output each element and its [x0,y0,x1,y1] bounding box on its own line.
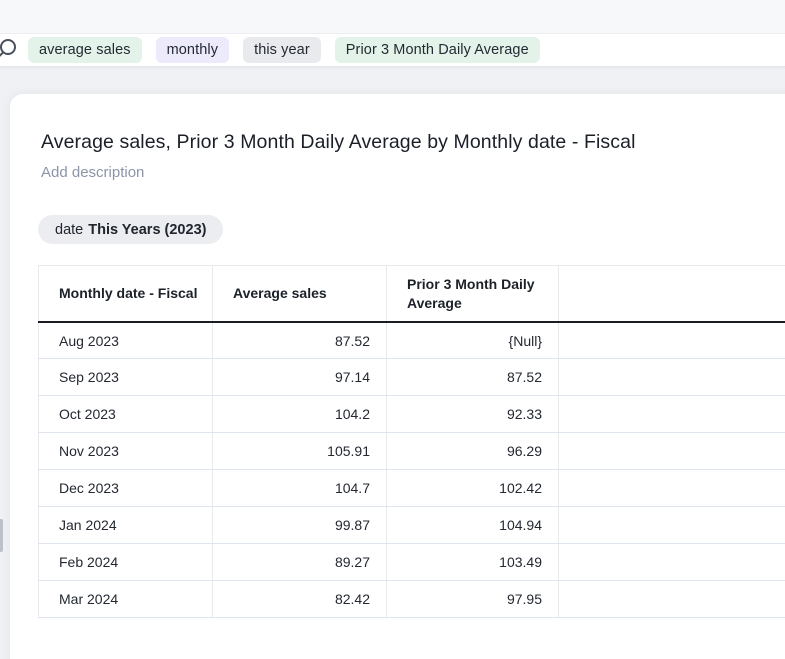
window-chrome-strip [0,0,785,33]
search-bar[interactable]: average sales monthly this year Prior 3 … [0,33,785,67]
header-row: Monthly date - Fiscal Average sales Prio… [39,266,785,322]
cell-empty [559,322,785,359]
column-header-monthly-date-fiscal[interactable]: Monthly date - Fiscal [39,266,213,322]
table-row: Jan 2024 99.87 104.94 [39,507,785,544]
table-row: Nov 2023 105.91 96.29 [39,433,785,470]
cell-average-sales[interactable]: 97.14 [213,359,387,396]
table-row: Sep 2023 97.14 87.52 [39,359,785,396]
search-icon [0,37,19,63]
search-token-prior-3-month[interactable]: Prior 3 Month Daily Average [335,37,540,63]
answer-title[interactable]: Average sales, Prior 3 Month Daily Avera… [41,131,785,154]
filter-chip-field: date [55,222,83,238]
cell-average-sales[interactable]: 99.87 [213,507,387,544]
search-token-monthly[interactable]: monthly [156,37,229,63]
cell-prior-average[interactable]: 97.95 [387,581,559,618]
results-table: Monthly date - Fiscal Average sales Prio… [38,265,785,618]
cell-prior-average[interactable]: 96.29 [387,433,559,470]
cell-average-sales[interactable]: 104.2 [213,396,387,433]
cell-empty [559,470,785,507]
add-description-link[interactable]: Add description [41,164,785,181]
cell-prior-average[interactable]: 92.33 [387,396,559,433]
answer-page: Average sales, Prior 3 Month Daily Avera… [0,68,785,659]
results-table-header: Monthly date - Fiscal Average sales Prio… [39,266,785,322]
search-token-this-year[interactable]: this year [243,37,321,63]
cell-date[interactable]: Dec 2023 [39,470,213,507]
cell-date[interactable]: Aug 2023 [39,322,213,359]
table-row: Feb 2024 89.27 103.49 [39,544,785,581]
filter-chip-date[interactable]: date This Years (2023) [38,215,223,244]
table-row: Mar 2024 82.42 97.95 [39,581,785,618]
cell-prior-average[interactable]: 103.49 [387,544,559,581]
results-table-body: Aug 2023 87.52 {Null} Sep 2023 97.14 87.… [39,322,785,618]
table-row: Dec 2023 104.7 102.42 [39,470,785,507]
cell-average-sales[interactable]: 89.27 [213,544,387,581]
cell-date[interactable]: Feb 2024 [39,544,213,581]
cell-empty [559,359,785,396]
table-row: Oct 2023 104.2 92.33 [39,396,785,433]
column-header-average-sales[interactable]: Average sales [213,266,387,322]
cell-average-sales[interactable]: 87.52 [213,322,387,359]
cell-date[interactable]: Mar 2024 [39,581,213,618]
cell-average-sales[interactable]: 82.42 [213,581,387,618]
column-header-empty [559,266,785,322]
cell-prior-average[interactable]: 102.42 [387,470,559,507]
column-header-prior-3-month-daily-average[interactable]: Prior 3 Month Daily Average [387,266,559,322]
table-row: Aug 2023 87.52 {Null} [39,322,785,359]
filter-chip-value: This Years (2023) [88,222,206,238]
cell-date[interactable]: Oct 2023 [39,396,213,433]
cell-average-sales[interactable]: 104.7 [213,470,387,507]
cell-average-sales[interactable]: 105.91 [213,433,387,470]
cell-date[interactable]: Sep 2023 [39,359,213,396]
search-token-average-sales[interactable]: average sales [28,37,142,63]
cell-empty [559,433,785,470]
cell-prior-average[interactable]: {Null} [387,322,559,359]
cell-empty [559,581,785,618]
answer-card: Average sales, Prior 3 Month Daily Avera… [9,93,785,659]
cell-date[interactable]: Nov 2023 [39,433,213,470]
left-edge-scroll-handle[interactable] [0,519,3,552]
cell-date[interactable]: Jan 2024 [39,507,213,544]
cell-empty [559,396,785,433]
cell-prior-average[interactable]: 104.94 [387,507,559,544]
cell-empty [559,544,785,581]
cell-empty [559,507,785,544]
cell-prior-average[interactable]: 87.52 [387,359,559,396]
